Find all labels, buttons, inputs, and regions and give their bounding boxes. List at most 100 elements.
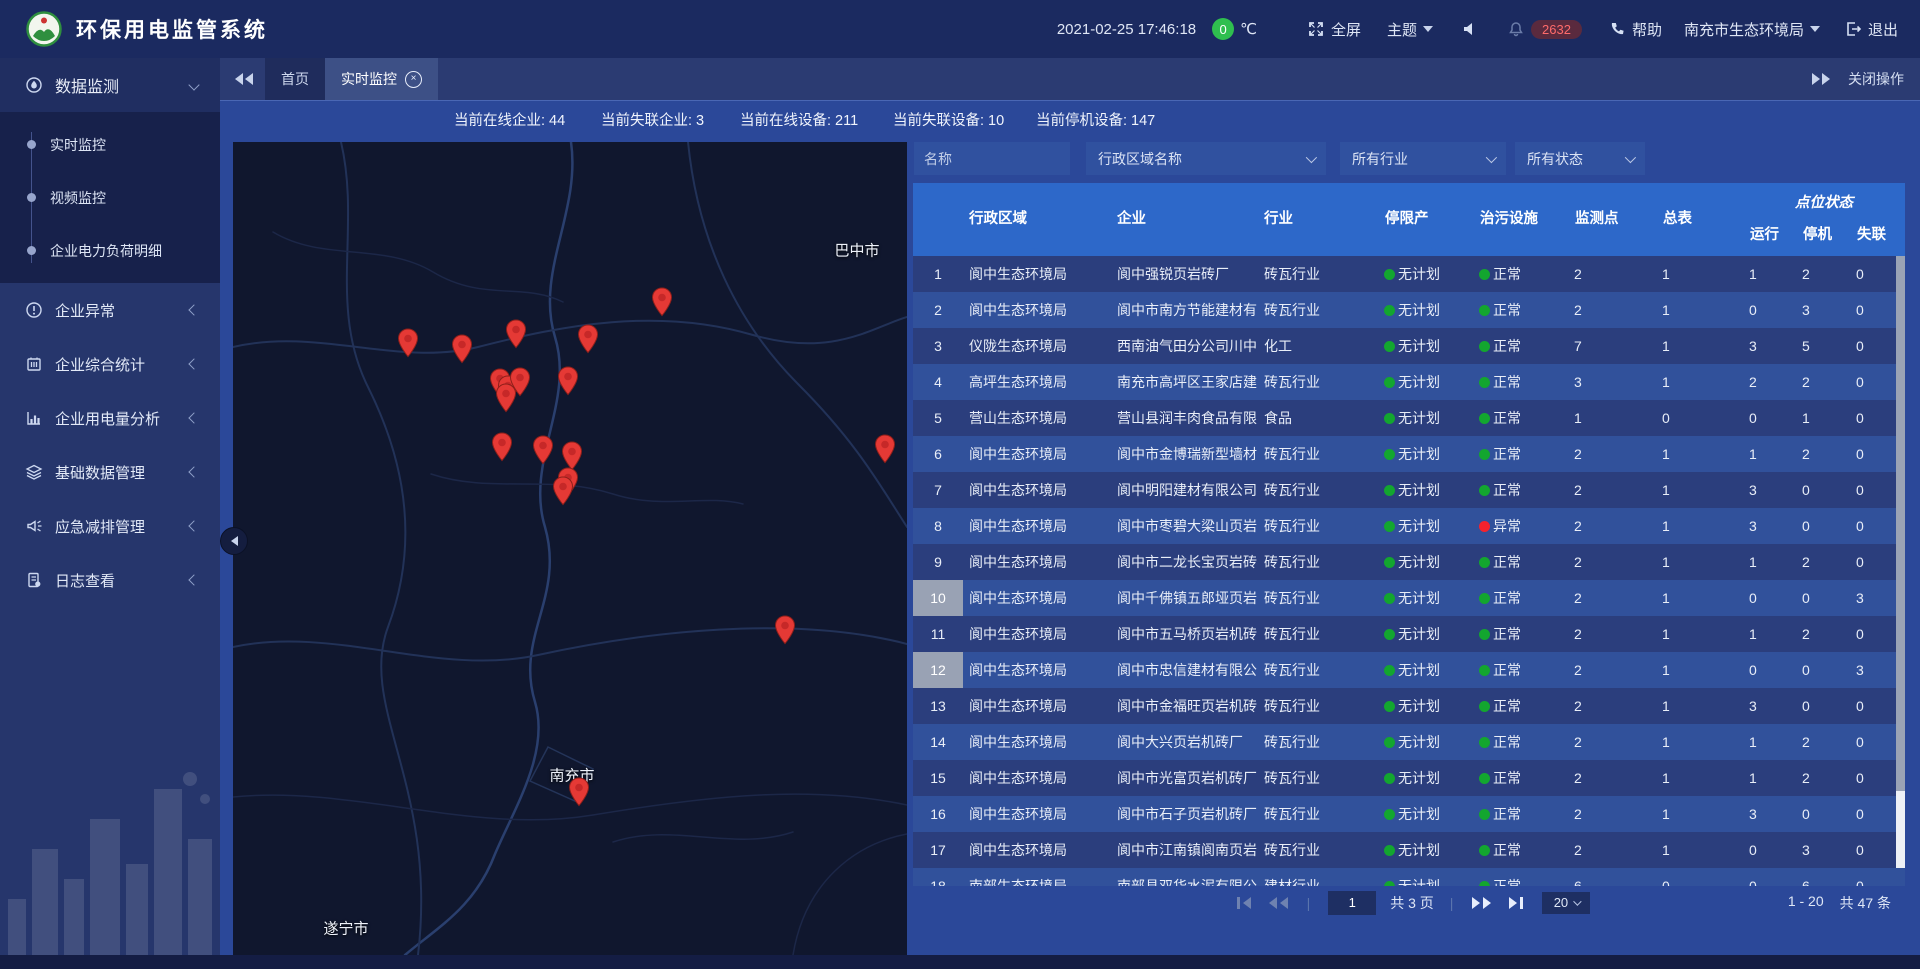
pagination-bar: | 共 3 页 | 20 1 - 20 共 47 条 [913,886,1905,919]
status-dot-icon [1479,737,1490,748]
sidebar-item-企业异常[interactable]: 企业异常 [0,283,220,337]
map-panel[interactable]: 巴中市南充市遂宁市 [233,142,907,955]
table-row[interactable]: 7阆中生态环境局阆中明阳建材有限公司砖瓦行业无计划正常21300 [913,472,1905,508]
region-cell: 阆中生态环境局 [963,300,1111,320]
map-pin[interactable] [505,319,527,349]
company-cell: 阆中大兴页岩机砖厂 [1111,732,1258,752]
row-number-cell: 4 [913,364,963,400]
stopped-count-cell: 2 [1796,266,1850,282]
sidebar-subitem-企业电力负荷明细[interactable]: 企业电力负荷明细 [0,224,220,277]
table-row[interactable]: 17阆中生态环境局阆中市江南镇阆南页岩砖瓦行业无计划正常21030 [913,832,1905,868]
industry-cell: 砖瓦行业 [1258,552,1378,572]
industry-filter-select[interactable]: 所有行业 [1340,142,1506,175]
name-filter-input[interactable] [914,142,1070,175]
map-pin[interactable] [397,328,419,358]
industry-cell: 建材行业 [1258,876,1378,886]
industry-cell: 砖瓦行业 [1258,624,1378,644]
sidebar-item-企业用电量分析[interactable]: 企业用电量分析 [0,391,220,445]
table-row[interactable]: 12阆中生态环境局阆中市忠信建材有限公砖瓦行业无计划正常21003 [913,652,1905,688]
map-pin[interactable] [874,434,896,464]
tab-close-icon[interactable]: × [405,71,422,88]
map-pin[interactable] [451,334,473,364]
facility-status-cell: 正常 [1473,300,1568,320]
theme-dropdown[interactable]: 主题 [1387,19,1433,40]
sidebar-item-应急减排管理[interactable]: 应急减排管理 [0,499,220,553]
table-row[interactable]: 15阆中生态环境局阆中市光富页岩机砖厂砖瓦行业无计划正常21120 [913,760,1905,796]
help-button[interactable]: 帮助 [1608,19,1662,40]
map-pin[interactable] [491,432,513,462]
tab-实时监控[interactable]: 实时监控× [325,58,438,100]
map-collapse-button[interactable] [220,527,248,555]
monitor-count-cell: 2 [1568,842,1656,858]
table-row[interactable]: 10阆中生态环境局阆中千佛镇五郎垭页岩砖瓦行业无计划正常21003 [913,580,1905,616]
page-number-input[interactable] [1328,891,1376,915]
row-number-cell: 7 [913,472,963,508]
limit-status-cell: 无计划 [1378,516,1473,536]
chart-icon [25,409,43,427]
previous-page-button[interactable] [1269,897,1288,909]
facility-status-cell: 正常 [1473,480,1568,500]
notifications-button[interactable]: 2632 [1507,20,1582,39]
logout-icon [1844,20,1862,38]
sidebar-item-日志查看[interactable]: 日志查看 [0,553,220,607]
monitor-icon [25,76,43,94]
close-operations-button[interactable]: 关闭操作 [1848,69,1904,89]
table-row[interactable]: 18南部生态环境局南部县双华水泥有限公建材行业无计划正常60060 [913,868,1905,886]
map-pin[interactable] [532,435,554,465]
table-row[interactable]: 16阆中生态环境局阆中市石子页岩机砖厂砖瓦行业无计划正常21300 [913,796,1905,832]
page-size-select[interactable]: 20 [1542,892,1590,914]
stats-icon [25,355,43,373]
last-page-button[interactable] [1509,897,1523,909]
sidebar-item-企业综合统计[interactable]: 企业综合统计 [0,337,220,391]
total-meter-cell: 1 [1656,266,1743,282]
table-scrollbar[interactable] [1896,256,1905,886]
stopped-count-cell: 0 [1796,590,1850,606]
map-pin[interactable] [774,615,796,645]
org-dropdown[interactable]: 南充市生态环境局 [1684,19,1820,40]
table-row[interactable]: 6阆中生态环境局阆中市金博瑞新型墙材砖瓦行业无计划正常21120 [913,436,1905,472]
logout-button[interactable]: 退出 [1844,19,1898,40]
table-row[interactable]: 3仪陇生态环境局西南油气田分公司川中化工无计划正常71350 [913,328,1905,364]
table-row[interactable]: 9阆中生态环境局阆中市二龙长宝页岩砖砖瓦行业无计划正常21120 [913,544,1905,580]
map-pin[interactable] [557,366,579,396]
sidebar-item-基础数据管理[interactable]: 基础数据管理 [0,445,220,499]
tab-首页[interactable]: 首页 [265,58,325,100]
next-page-button[interactable] [1472,897,1491,909]
region-filter-select[interactable]: 行政区域名称 [1086,142,1326,175]
table-row[interactable]: 4高坪生态环境局南充市高坪区王家店建砖瓦行业无计划正常31220 [913,364,1905,400]
table-row[interactable]: 11阆中生态环境局阆中市五马桥页岩机砖砖瓦行业无计划正常21120 [913,616,1905,652]
table-row[interactable]: 2阆中生态环境局阆中市南方节能建材有砖瓦行业无计划正常21030 [913,292,1905,328]
submenu-dot-icon [27,140,36,149]
map-pin[interactable] [495,383,517,413]
scrollbar-tail [1896,791,1905,868]
limit-status-cell: 无计划 [1378,300,1473,320]
status-dot-icon [1479,305,1490,316]
table-row[interactable]: 13阆中生态环境局阆中市金福旺页岩机砖砖瓦行业无计划正常21300 [913,688,1905,724]
first-page-button[interactable] [1237,897,1251,909]
region-cell: 阆中生态环境局 [963,840,1111,860]
map-pin[interactable] [577,324,599,354]
stopped-count-cell: 3 [1796,302,1850,318]
status-dot-icon [1384,377,1395,388]
fullscreen-button[interactable]: 全屏 [1307,19,1361,40]
chevron-left-icon [231,536,238,546]
table-row[interactable]: 1阆中生态环境局阆中强锐页岩砖厂砖瓦行业无计划正常21120 [913,256,1905,292]
table-row[interactable]: 8阆中生态环境局阆中市枣碧大梁山页岩砖瓦行业无计划异常21300 [913,508,1905,544]
column-header-running: 运行 [1750,223,1779,247]
table-row[interactable]: 5营山生态环境局营山县润丰肉食品有限食品无计划正常10010 [913,400,1905,436]
map-pin[interactable] [568,777,590,807]
sidebar-item-数据监测[interactable]: 数据监测 [0,58,220,112]
map-pin[interactable] [651,287,673,317]
total-meter-cell: 1 [1656,338,1743,354]
scrollbar-thumb[interactable] [1896,256,1905,791]
map-pin[interactable] [552,476,574,506]
status-filter-select[interactable]: 所有状态 [1515,142,1645,175]
table-row[interactable]: 14阆中生态环境局阆中大兴页岩机砖厂砖瓦行业无计划正常21120 [913,724,1905,760]
status-dot-icon [1479,593,1490,604]
status-dot-icon [1384,305,1395,316]
mute-button[interactable] [1461,20,1479,38]
tabs-scroll-left-button[interactable] [235,73,253,85]
sidebar-subitem-视频监控[interactable]: 视频监控 [0,171,220,224]
sidebar-subitem-实时监控[interactable]: 实时监控 [0,118,220,171]
tabs-scroll-right-button[interactable] [1812,73,1830,85]
